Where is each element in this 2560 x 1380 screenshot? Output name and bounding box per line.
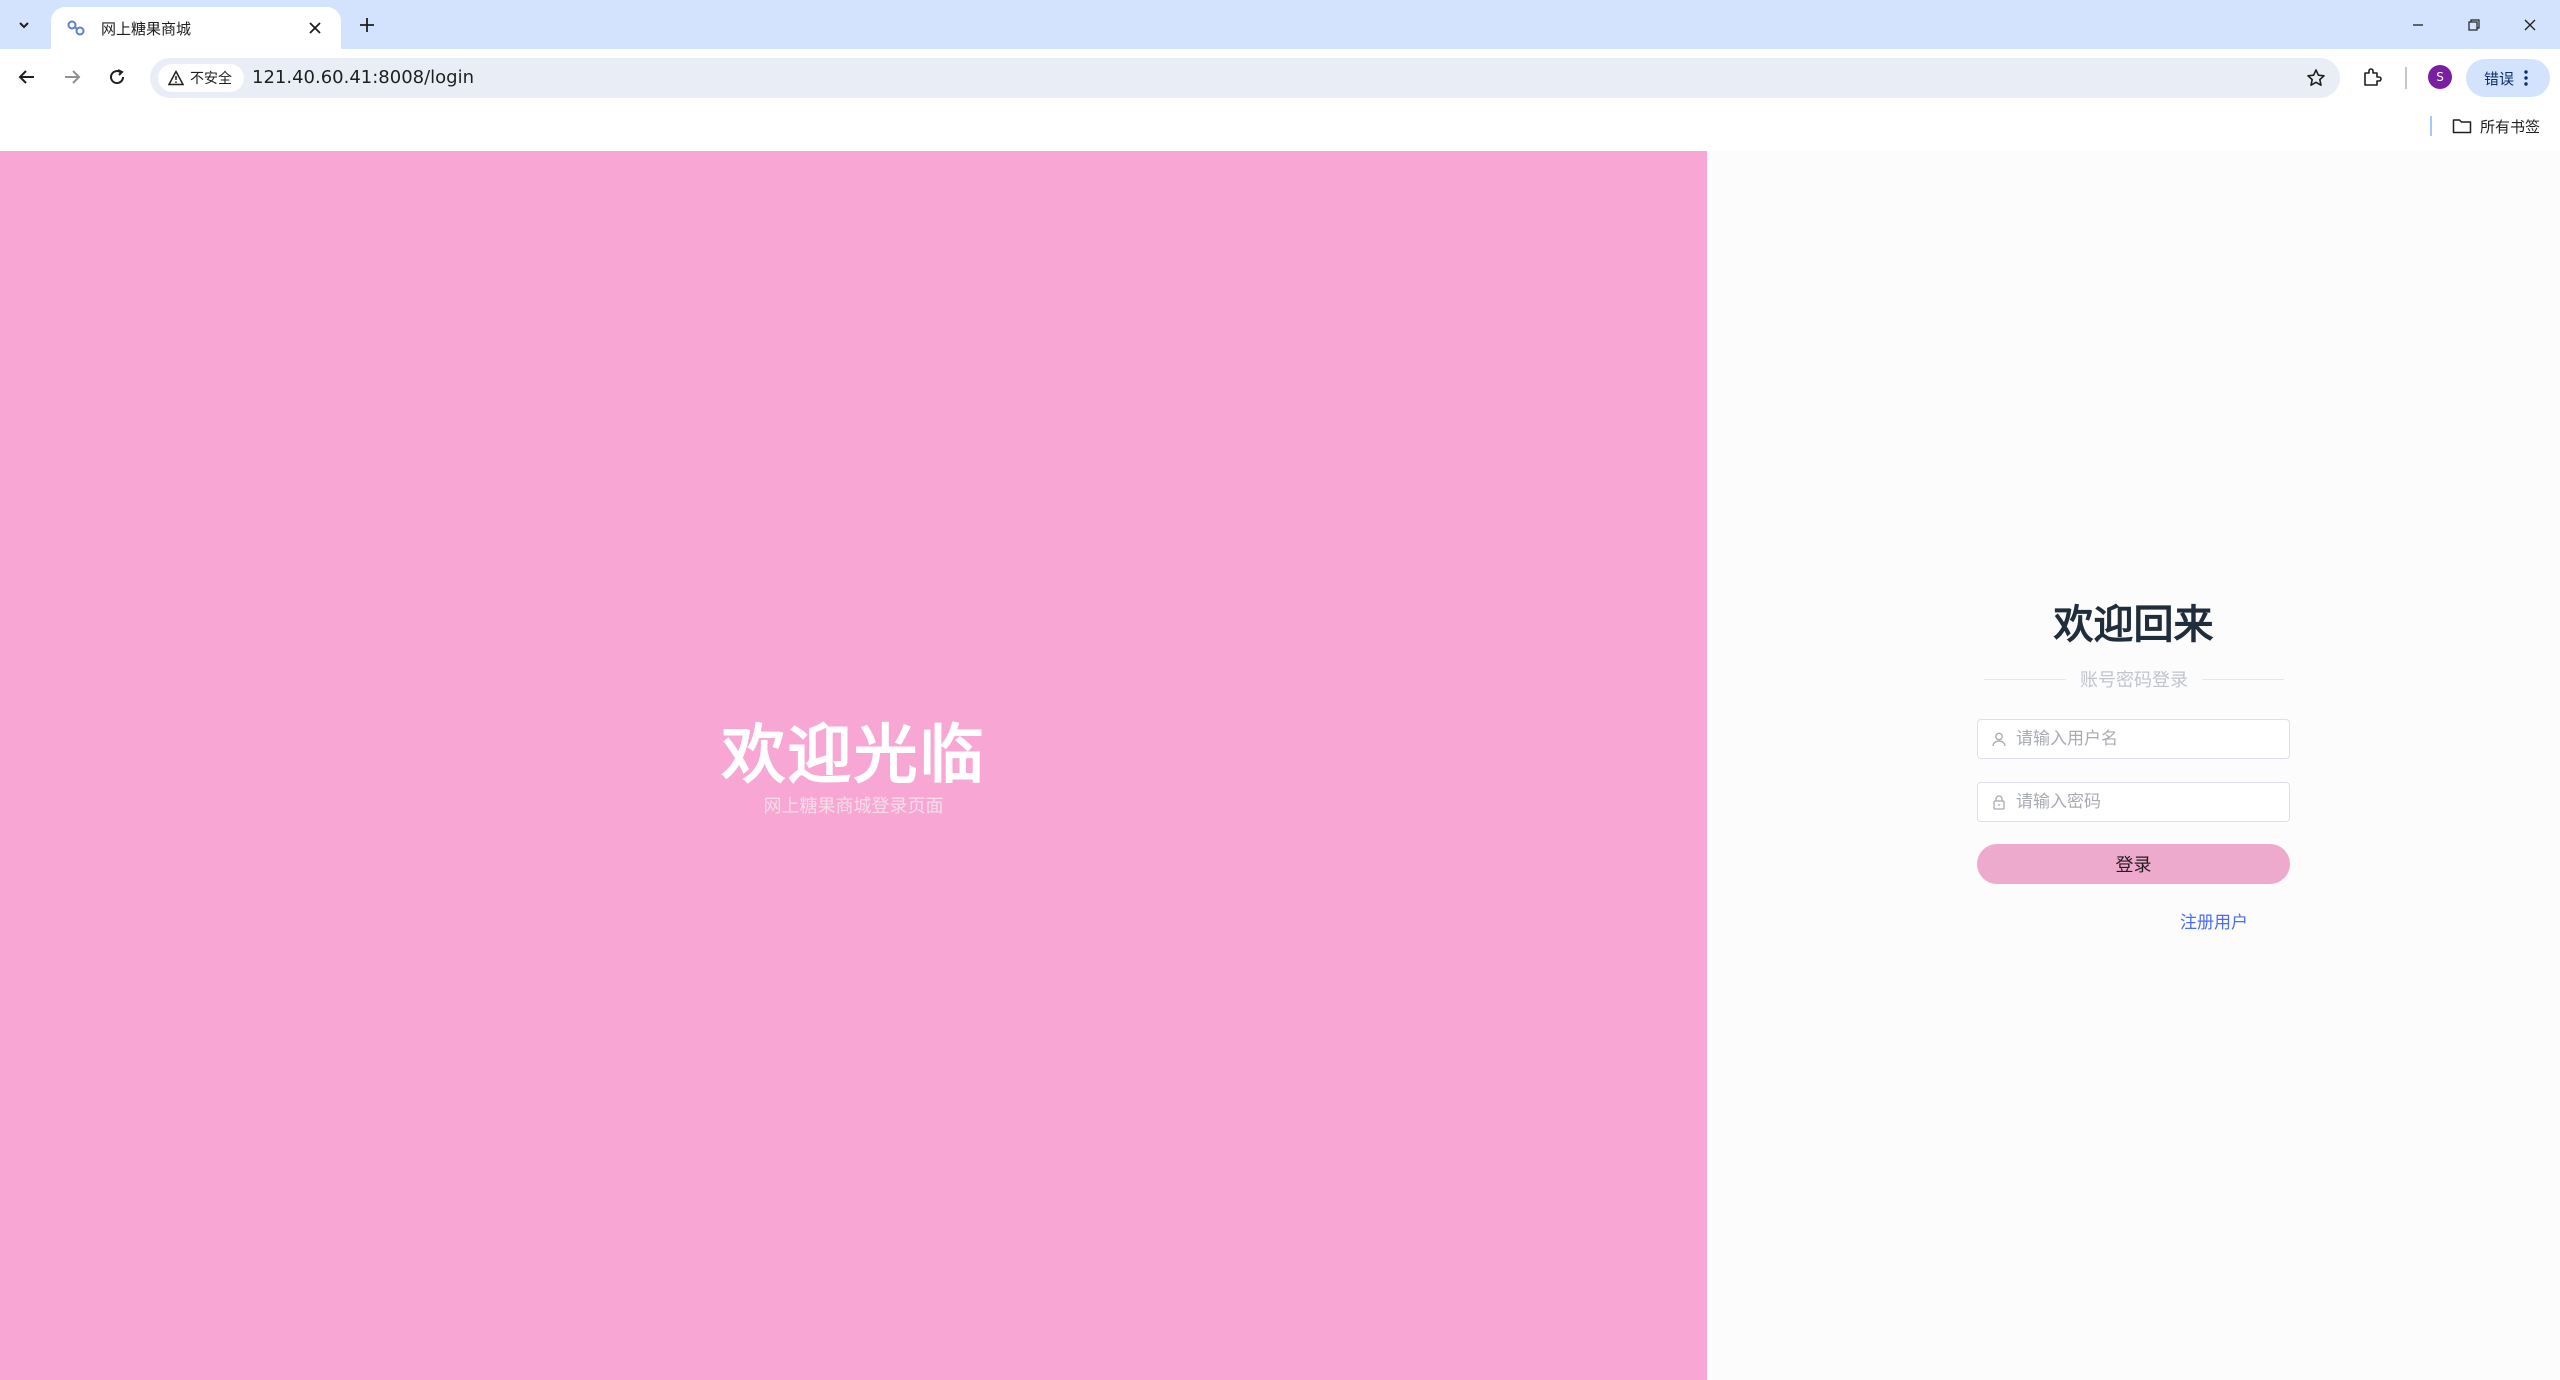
- profile-avatar[interactable]: S: [2428, 65, 2452, 89]
- restore-button[interactable]: [2446, 0, 2502, 49]
- arrow-left-icon: [18, 70, 34, 84]
- tab-close-icon[interactable]: [303, 16, 327, 40]
- login-page: 欢迎光临 网上糖果商城登录页面 欢迎回来 账号密码登录 登录 注册用户: [0, 151, 2560, 1380]
- welcome-panel: 欢迎光临 网上糖果商城登录页面: [0, 151, 1707, 1380]
- bookmarks-bar: 所有书签: [0, 106, 2560, 151]
- folder-icon: [2452, 119, 2472, 134]
- back-button[interactable]: [11, 61, 43, 93]
- restore-icon: [2468, 18, 2480, 31]
- error-menu-button[interactable]: 错误: [2466, 59, 2550, 97]
- register-link[interactable]: 注册用户: [2180, 908, 2248, 933]
- close-window-button[interactable]: [2502, 0, 2558, 49]
- welcome-title: 欢迎光临: [721, 719, 986, 793]
- url-text[interactable]: 121.40.60.41:8008/login: [252, 58, 474, 98]
- link-favicon-icon: [65, 17, 87, 39]
- new-tab-button[interactable]: [352, 10, 382, 40]
- browser-tab-active[interactable]: 网上糖果商城: [51, 7, 341, 49]
- password-input[interactable]: [2016, 792, 2276, 812]
- all-bookmarks-button[interactable]: 所有书签: [2452, 112, 2540, 140]
- lock-icon: [1990, 793, 2008, 811]
- login-method-label: 账号密码登录: [2080, 670, 2188, 691]
- address-bar[interactable]: 不安全 121.40.60.41:8008/login: [150, 58, 2340, 98]
- star-icon: [2307, 69, 2325, 86]
- minimize-icon: [2413, 23, 2423, 26]
- puzzle-icon: [2364, 68, 2382, 86]
- minimize-button[interactable]: [2390, 0, 2446, 49]
- all-bookmarks-label: 所有书签: [2480, 117, 2541, 136]
- browser-tabstrip: 网上糖果商城: [0, 0, 2560, 49]
- more-vertical-icon: [2524, 70, 2528, 86]
- divider-line-right: [2202, 678, 2284, 680]
- arrow-right-icon: [65, 70, 81, 84]
- login-title: 欢迎回来: [2053, 602, 2214, 648]
- divider-line-left: [1984, 678, 2066, 680]
- bookmarks-separator: [2430, 116, 2432, 136]
- browser-toolbar: 不安全 121.40.60.41:8008/login S 错误: [0, 49, 2560, 106]
- warning-icon: [168, 70, 184, 86]
- close-icon: [2524, 19, 2536, 30]
- login-panel: 欢迎回来 账号密码登录 登录 注册用户: [1707, 151, 2560, 1380]
- extensions-button[interactable]: [2356, 61, 2388, 93]
- security-chip[interactable]: 不安全: [158, 64, 244, 92]
- tab-search-button[interactable]: [10, 11, 38, 39]
- reload-button[interactable]: [101, 61, 133, 93]
- tab-title: 网上糖果商城: [101, 19, 192, 38]
- security-label: 不安全: [190, 71, 232, 87]
- username-field[interactable]: [1977, 719, 2290, 759]
- toolbar-separator: [2405, 67, 2407, 89]
- chevron-down-icon: [19, 22, 29, 29]
- user-icon: [1990, 730, 2008, 748]
- reload-icon: [110, 69, 125, 85]
- username-input[interactable]: [2016, 729, 2276, 749]
- welcome-subtitle: 网上糖果商城登录页面: [763, 796, 944, 817]
- login-button[interactable]: 登录: [1977, 844, 2290, 884]
- error-chip-label: 错误: [2484, 69, 2515, 88]
- forward-button[interactable]: [56, 61, 88, 93]
- login-method-divider: 账号密码登录: [1984, 667, 2284, 691]
- password-field[interactable]: [1977, 782, 2290, 822]
- bookmark-star-button[interactable]: [2304, 66, 2328, 90]
- plus-icon: [360, 18, 374, 32]
